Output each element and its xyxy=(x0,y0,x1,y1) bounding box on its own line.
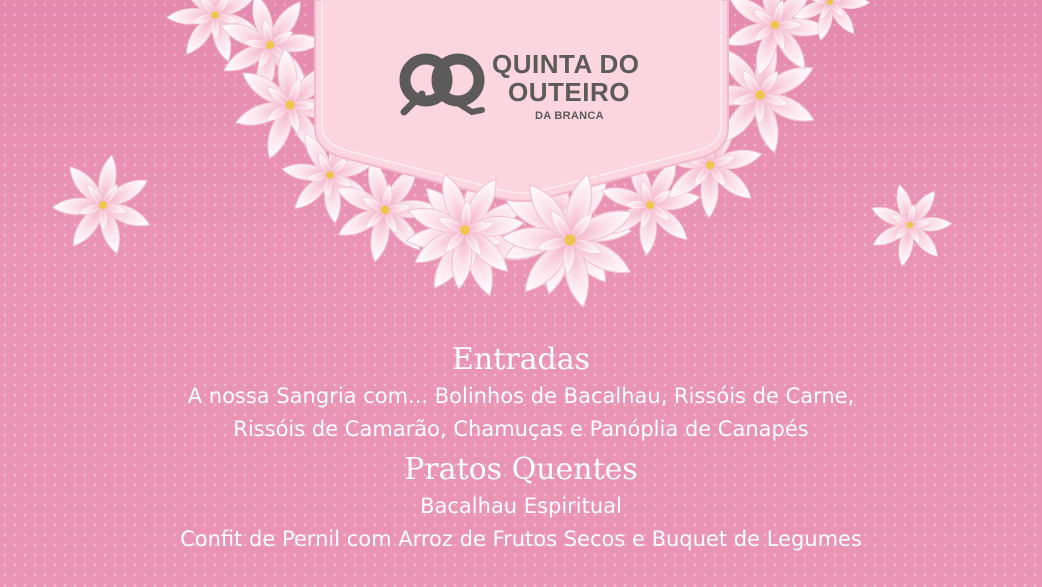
logo-wordmark: QUINTA DO OUTEIRO xyxy=(492,50,640,106)
logo-rings-icon xyxy=(399,53,485,116)
menu-item: Bacalhau Espiritual xyxy=(420,494,622,518)
section-title-pratos-quentes: Pratos Quentes xyxy=(404,452,638,487)
logo-line2: OUTEIRO xyxy=(508,77,630,107)
section-title-entradas: Entradas xyxy=(452,342,590,377)
flower-right xyxy=(858,174,961,275)
logo-subtitle: DA BRANCA xyxy=(535,110,604,122)
menu-item: A nossa Sangria com... Bolinhos de Bacal… xyxy=(187,384,855,408)
logo-line1: QUINTA DO xyxy=(492,49,640,79)
menu: Entradas A nossa Sangria com... Bolinhos… xyxy=(0,340,1042,556)
menu-item: Confit de Pernil com Arroz de Frutos Sec… xyxy=(180,527,862,551)
menu-item: Rissóis de Camarão, Chamuças e Panóplia … xyxy=(233,417,809,441)
flower-left xyxy=(44,146,162,262)
logo: QUINTA DO OUTEIRO DA BRANCA xyxy=(398,46,658,126)
